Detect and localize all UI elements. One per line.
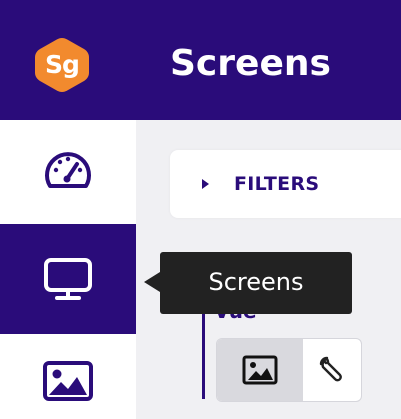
dashboard-gauge-icon [45, 152, 91, 188]
sidebar-item-media[interactable] [0, 342, 136, 419]
gallery-view-button[interactable] [217, 339, 303, 401]
view-mode-toggle [216, 338, 362, 402]
caret-right-icon [202, 179, 209, 189]
sidebar-item-screens[interactable] [0, 224, 136, 334]
settings-view-button[interactable] [303, 339, 361, 401]
tooltip-arrow [144, 272, 160, 292]
sidebar-tooltip: Screens [160, 252, 352, 314]
logo-text: Sg [45, 50, 80, 79]
monitor-icon [44, 258, 92, 300]
image-icon [242, 355, 278, 385]
image-icon [43, 360, 93, 401]
filters-label: FILTERS [234, 173, 320, 195]
page-title: Screens [170, 43, 331, 84]
app-header: Sg Screens [0, 0, 401, 120]
sidebar-item-dashboard[interactable] [0, 120, 136, 220]
sidebar [0, 120, 136, 419]
wrench-icon [319, 356, 342, 382]
app-logo[interactable]: Sg [32, 36, 92, 94]
tooltip-text: Screens [208, 268, 304, 296]
